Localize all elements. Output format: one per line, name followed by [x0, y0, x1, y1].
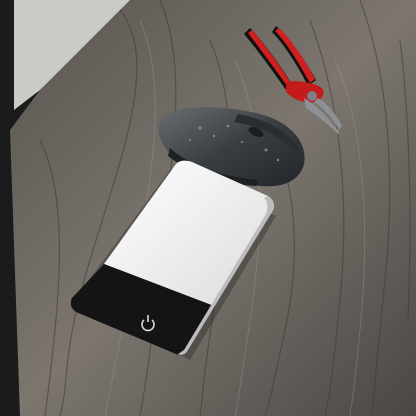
photo-scene: [0, 0, 416, 416]
pliers-pivot: [307, 91, 317, 101]
